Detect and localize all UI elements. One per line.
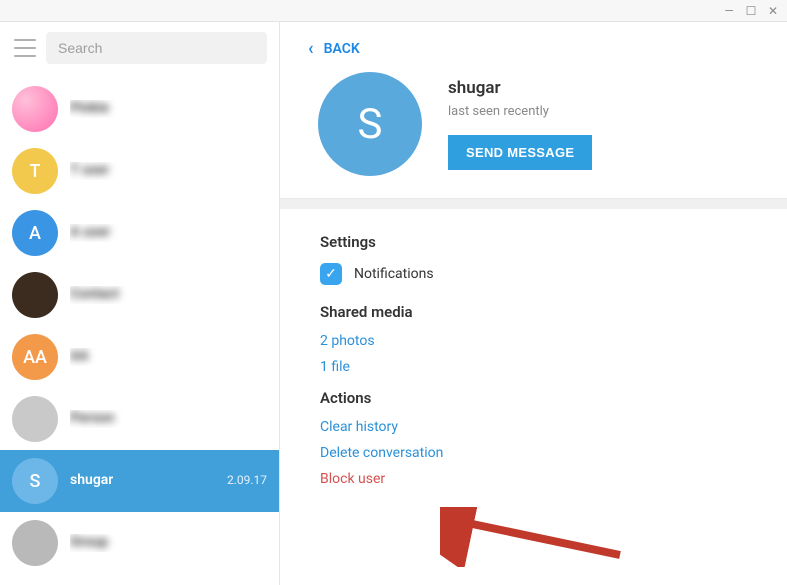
chat-item[interactable]: Sshugar 2.09.17 — [0, 450, 279, 512]
chat-name: Person — [70, 410, 114, 426]
avatar: A — [12, 210, 58, 256]
notifications-label: Notifications — [354, 266, 434, 282]
notifications-toggle[interactable]: ✓ Notifications — [320, 263, 747, 285]
chat-name: Pinkie — [70, 100, 109, 116]
settings-heading: Settings — [320, 233, 747, 251]
delete-conversation-link[interactable]: Delete conversation — [320, 445, 747, 461]
checkbox-checked-icon: ✓ — [320, 263, 342, 285]
profile-name: shugar — [448, 78, 592, 98]
chat-time: 2.09.17 — [221, 473, 267, 487]
avatar — [12, 396, 58, 442]
maximize-button[interactable]: ☐ — [745, 5, 757, 17]
chat-name: shugar — [70, 472, 113, 488]
send-message-button[interactable]: SEND MESSAGE — [448, 135, 592, 170]
window-titlebar: — ☐ ✕ — [0, 0, 787, 22]
chat-item[interactable]: T T user — [0, 140, 279, 202]
chat-name: Contact — [70, 286, 119, 302]
profile-avatar: S — [318, 72, 422, 176]
avatar — [12, 520, 58, 566]
search-input[interactable] — [46, 32, 267, 64]
chevron-left-icon: ‹ — [308, 40, 314, 58]
chat-item[interactable]: AA AA — [0, 326, 279, 388]
chat-item[interactable]: Contact — [0, 264, 279, 326]
close-button[interactable]: ✕ — [767, 5, 779, 17]
avatar: T — [12, 148, 58, 194]
chat-list: Pinkie T T user A A user Contact AA AA Pers… — [0, 78, 279, 585]
chat-item[interactable]: Pinkie — [0, 78, 279, 140]
menu-icon[interactable] — [14, 39, 36, 57]
chat-item[interactable]: Person — [0, 388, 279, 450]
chat-name: A user — [70, 224, 110, 240]
block-user-link[interactable]: Block user — [320, 471, 747, 487]
actions-heading: Actions — [320, 389, 747, 407]
avatar: S — [12, 458, 58, 504]
main-panel: ‹ BACK S shugar last seen recently SEND … — [280, 22, 787, 585]
chat-item[interactable]: A A user — [0, 202, 279, 264]
chat-name: T user — [70, 162, 109, 178]
avatar — [12, 86, 58, 132]
back-label: BACK — [324, 41, 360, 57]
sidebar: Pinkie T T user A A user Contact AA AA Pers… — [0, 22, 280, 585]
shared-files-link[interactable]: 1 file — [320, 359, 747, 375]
chat-name: AA — [70, 348, 89, 364]
avatar: AA — [12, 334, 58, 380]
chat-name: Group — [70, 534, 108, 550]
chat-item[interactable]: Group — [0, 512, 279, 574]
minimize-button[interactable]: — — [723, 5, 735, 17]
clear-history-link[interactable]: Clear history — [320, 419, 747, 435]
shared-photos-link[interactable]: 2 photos — [320, 333, 747, 349]
back-button[interactable]: ‹ BACK — [308, 40, 759, 58]
shared-media-heading: Shared media — [320, 303, 747, 321]
profile-status: last seen recently — [448, 104, 592, 119]
avatar — [12, 272, 58, 318]
